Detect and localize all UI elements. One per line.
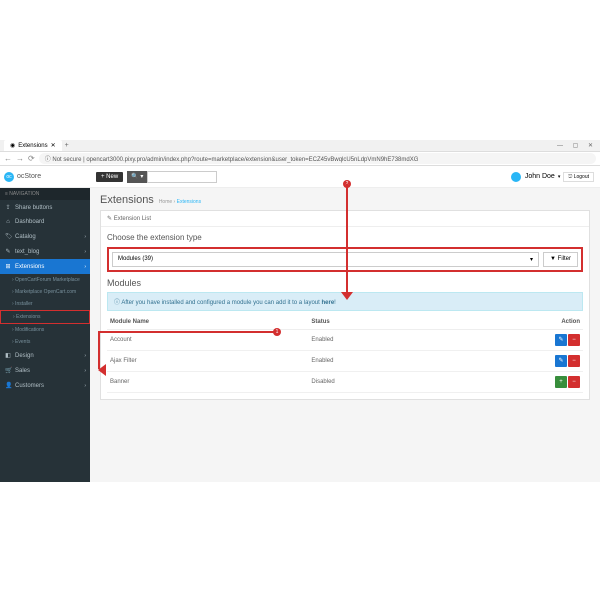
table-row: Ajax FilterEnabled ✎− — [107, 351, 583, 372]
panel-header: ✎ Extension List — [101, 211, 589, 227]
chevron-icon: › — [84, 264, 86, 270]
logo-icon: oc — [4, 172, 14, 182]
th-status: Status — [308, 315, 439, 330]
chevron-icon: › — [84, 353, 86, 359]
nav-icon: 🛒 — [5, 367, 11, 374]
chevron-icon: › — [84, 368, 86, 374]
new-button[interactable]: + New — [96, 172, 123, 182]
arrow-1-head — [90, 364, 106, 376]
address-bar: ← → ⟳ ⓘ Not secure | opencart3000.pixy.p… — [0, 152, 600, 166]
sidebar-sub-marketplace-opencart.com[interactable]: › Marketplace OpenCart.com — [0, 286, 90, 298]
cell-status: Enabled — [308, 351, 439, 372]
select-value: Modules (39) — [118, 256, 153, 263]
url-input[interactable]: ⓘ Not secure | opencart3000.pixy.pro/adm… — [39, 153, 596, 164]
sidebar-sub-events[interactable]: › Events — [0, 336, 90, 348]
breadcrumb: Home › Extensions — [159, 199, 201, 205]
back-icon[interactable]: ← — [4, 154, 12, 163]
add-button[interactable]: + — [555, 376, 567, 388]
page-title: Extensions — [100, 194, 154, 206]
tab-extensions[interactable]: ◉ Extensions ✕ — [4, 140, 62, 151]
url-text: opencart3000.pixy.pro/admin/index.php?ro… — [86, 157, 418, 163]
edit-button[interactable]: ✎ — [555, 334, 567, 346]
close-icon[interactable]: ✕ — [51, 142, 56, 149]
filter-row-highlight: Modules (39) ▾ ▼ Filter — [107, 247, 583, 272]
sidebar-item-design[interactable]: ◧Design› — [0, 348, 90, 363]
sidebar-sub-extensions[interactable]: › Extensions — [0, 310, 90, 324]
table-row: BannerDisabled +− — [107, 372, 583, 393]
cell-status: Enabled — [308, 330, 439, 351]
cell-name: Banner — [107, 372, 308, 393]
browser-tabs: ◉ Extensions ✕ + — [0, 140, 600, 152]
nav-icon: 👤 — [5, 382, 11, 389]
main-content: Extensions Home › Extensions ✎ Extension… — [90, 188, 600, 482]
sidebar-sub-opencartforum-marketplace[interactable]: › OpenCartForum Marketplace — [0, 274, 90, 286]
search-button[interactable]: 🔍 ▾ — [127, 171, 147, 183]
window-controls[interactable]: — ▢ ✕ — [557, 142, 597, 149]
user-name: John Doe — [525, 173, 555, 180]
nav-icon: ✎ — [5, 248, 11, 255]
bc-home[interactable]: Home — [159, 199, 172, 205]
logout-button[interactable]: ⎋ Logout — [563, 172, 594, 182]
bc-extensions[interactable]: Extensions — [177, 199, 201, 205]
modules-title: Modules — [107, 278, 583, 288]
sidebar-sub-modifications[interactable]: › Modifications — [0, 324, 90, 336]
new-tab-button[interactable]: + — [65, 142, 69, 149]
forward-icon[interactable]: → — [16, 154, 24, 163]
cell-status: Disabled — [308, 372, 439, 393]
avatar[interactable] — [510, 171, 522, 183]
modules-table: Module Name Status Action AccountEnabled… — [107, 315, 583, 393]
filter-button[interactable]: ▼ Filter — [543, 252, 578, 267]
favicon-icon: ◉ — [10, 142, 15, 149]
chevron-down-icon: ▾ — [530, 256, 533, 263]
cell-name: Ajax Filter — [107, 351, 308, 372]
security-label: Not secure — [52, 157, 81, 163]
logo-text: ocStore — [17, 173, 41, 180]
nav-icon: ⇪ — [5, 204, 11, 211]
sidebar-item-customers[interactable]: 👤Customers› — [0, 378, 90, 393]
choose-label: Choose the extension type — [107, 233, 583, 242]
chevron-icon: › — [84, 234, 86, 240]
sidebar: ≡ NAVIGATION ⇪Share buttons⌂Dashboard🏷Ca… — [0, 188, 90, 482]
nav-icon: ◧ — [5, 352, 11, 359]
sidebar-item-catalog[interactable]: 🏷Catalog› — [0, 229, 90, 244]
sidebar-item-extensions[interactable]: ⊞Extensions› — [0, 259, 90, 274]
annotation-badge-1: 1 — [273, 328, 281, 336]
tab-title: Extensions — [18, 143, 47, 149]
nav-icon: ⊞ — [5, 263, 11, 270]
sidebar-item-sales[interactable]: 🛒Sales› — [0, 363, 90, 378]
nav-icon: ⌂ — [5, 219, 11, 225]
search-input[interactable] — [147, 171, 217, 183]
arrow-2-head — [341, 292, 353, 300]
nav-icon: 🏷 — [5, 233, 11, 240]
arrow-1-line-h — [98, 331, 274, 333]
chevron-icon: › — [84, 383, 86, 389]
delete-button[interactable]: − — [568, 334, 580, 346]
reload-icon[interactable]: ⟳ — [28, 154, 35, 163]
info-icon: ⓘ — [45, 157, 51, 163]
nav-header: ≡ NAVIGATION — [0, 188, 90, 200]
sidebar-item-text_blog[interactable]: ✎text_blog› — [0, 244, 90, 259]
sidebar-sub-installer[interactable]: › Installer — [0, 298, 90, 310]
sidebar-item-share-buttons[interactable]: ⇪Share buttons — [0, 200, 90, 215]
th-action: Action — [440, 315, 583, 330]
delete-button[interactable]: − — [568, 355, 580, 367]
alert-link[interactable]: here — [321, 300, 334, 306]
chevron-icon: › — [84, 249, 86, 255]
extension-type-select[interactable]: Modules (39) ▾ — [112, 252, 539, 267]
edit-button[interactable]: ✎ — [555, 355, 567, 367]
delete-button[interactable]: − — [568, 376, 580, 388]
arrow-2-line — [346, 184, 348, 292]
sidebar-item-dashboard[interactable]: ⌂Dashboard — [0, 215, 90, 229]
